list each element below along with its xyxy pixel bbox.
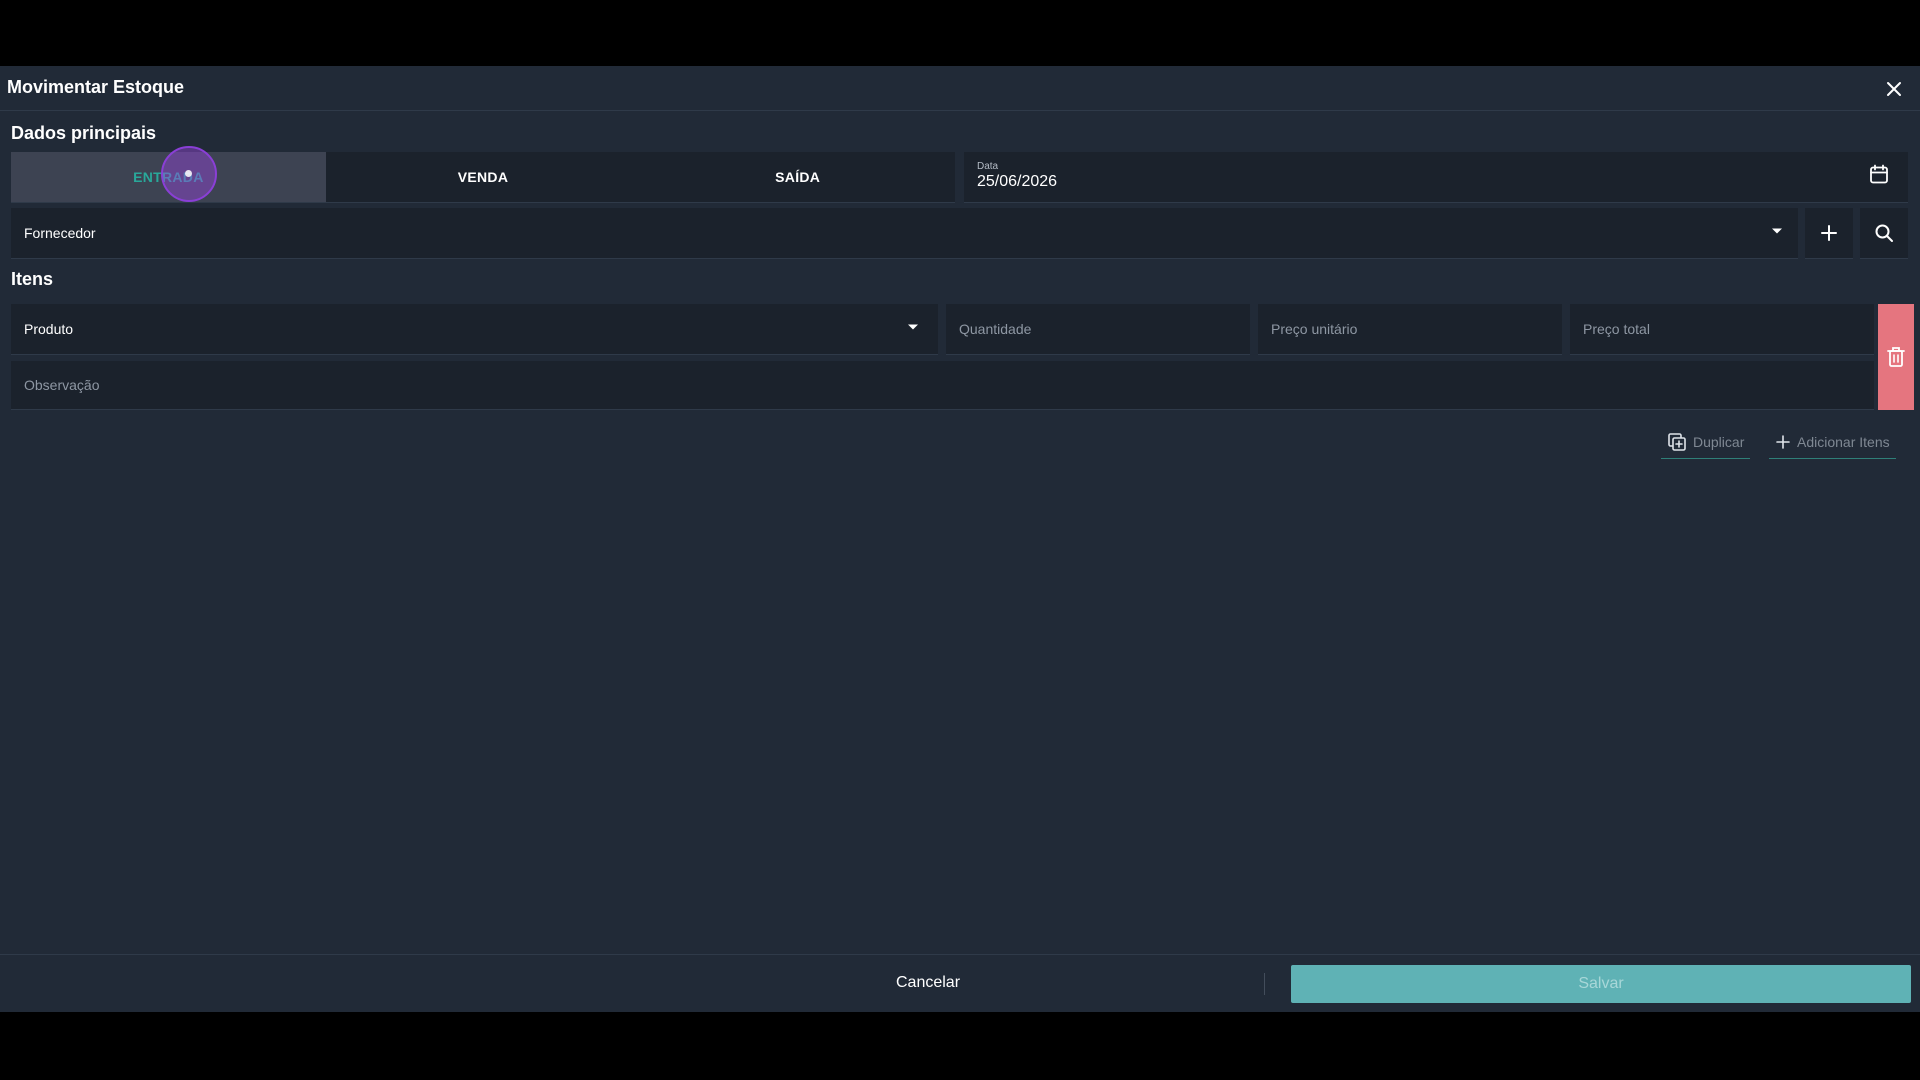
duplicate-icon <box>1668 433 1686 451</box>
quantity-placeholder: Quantidade <box>959 321 1032 337</box>
stock-movement-modal: Movimentar Estoque Dados principais ENTR… <box>0 66 1920 1012</box>
tab-saida[interactable]: SAÍDA <box>640 152 955 202</box>
supplier-dropdown-toggle[interactable] <box>1770 224 1784 243</box>
product-select[interactable]: Produto <box>11 304 938 355</box>
total-price-placeholder: Preço total <box>1583 321 1650 337</box>
chevron-down-icon <box>1772 228 1782 234</box>
observation-placeholder: Observação <box>24 377 100 393</box>
chevron-down-icon <box>908 324 918 330</box>
main-section-title: Dados principais <box>11 123 157 143</box>
total-price-input[interactable]: Preço total <box>1570 304 1874 355</box>
add-items-button[interactable]: Adicionar Itens <box>1769 426 1896 459</box>
footer-divider <box>1264 973 1265 995</box>
observation-input[interactable]: Observação <box>11 361 1874 410</box>
trash-icon <box>1887 347 1905 367</box>
movement-type-selector: ENTRADA VENDA SAÍDA <box>11 152 955 203</box>
delete-item-button[interactable] <box>1878 304 1914 410</box>
save-button[interactable]: Salvar <box>1291 965 1911 1003</box>
plus-icon <box>1821 225 1837 241</box>
plus-icon <box>1776 435 1790 449</box>
date-label: Data <box>977 161 999 172</box>
modal-footer: Cancelar Salvar <box>0 954 1920 1012</box>
date-value: 25/06/2026 <box>977 173 1058 190</box>
supplier-placeholder: Fornecedor <box>24 225 96 241</box>
modal-title: Movimentar Estoque <box>7 77 185 97</box>
quantity-input[interactable]: Quantidade <box>946 304 1250 355</box>
add-supplier-button[interactable] <box>1805 208 1853 259</box>
search-supplier-button[interactable] <box>1860 208 1908 259</box>
tab-venda[interactable]: VENDA <box>326 152 641 202</box>
items-section-title: Itens <box>11 269 54 289</box>
modal-header: Movimentar Estoque <box>0 66 1920 111</box>
duplicate-button[interactable]: Duplicar <box>1661 426 1751 459</box>
product-dropdown-toggle[interactable] <box>906 320 920 339</box>
calendar-icon <box>1870 164 1888 184</box>
add-items-label: Adicionar Itens <box>1797 434 1890 450</box>
search-icon <box>1875 224 1893 242</box>
close-button[interactable] <box>1882 77 1906 101</box>
date-field[interactable]: Data 25/06/2026 <box>964 152 1908 203</box>
supplier-select[interactable]: Fornecedor <box>11 208 1798 259</box>
close-icon <box>1887 82 1901 96</box>
duplicate-label: Duplicar <box>1693 434 1745 450</box>
product-placeholder: Produto <box>24 321 74 337</box>
unit-price-input[interactable]: Preço unitário <box>1258 304 1562 355</box>
calendar-button[interactable] <box>1868 164 1890 191</box>
unit-price-placeholder: Preço unitário <box>1271 321 1358 337</box>
cancel-button[interactable]: Cancelar <box>840 969 1016 997</box>
tab-entrada[interactable]: ENTRADA <box>11 152 326 202</box>
